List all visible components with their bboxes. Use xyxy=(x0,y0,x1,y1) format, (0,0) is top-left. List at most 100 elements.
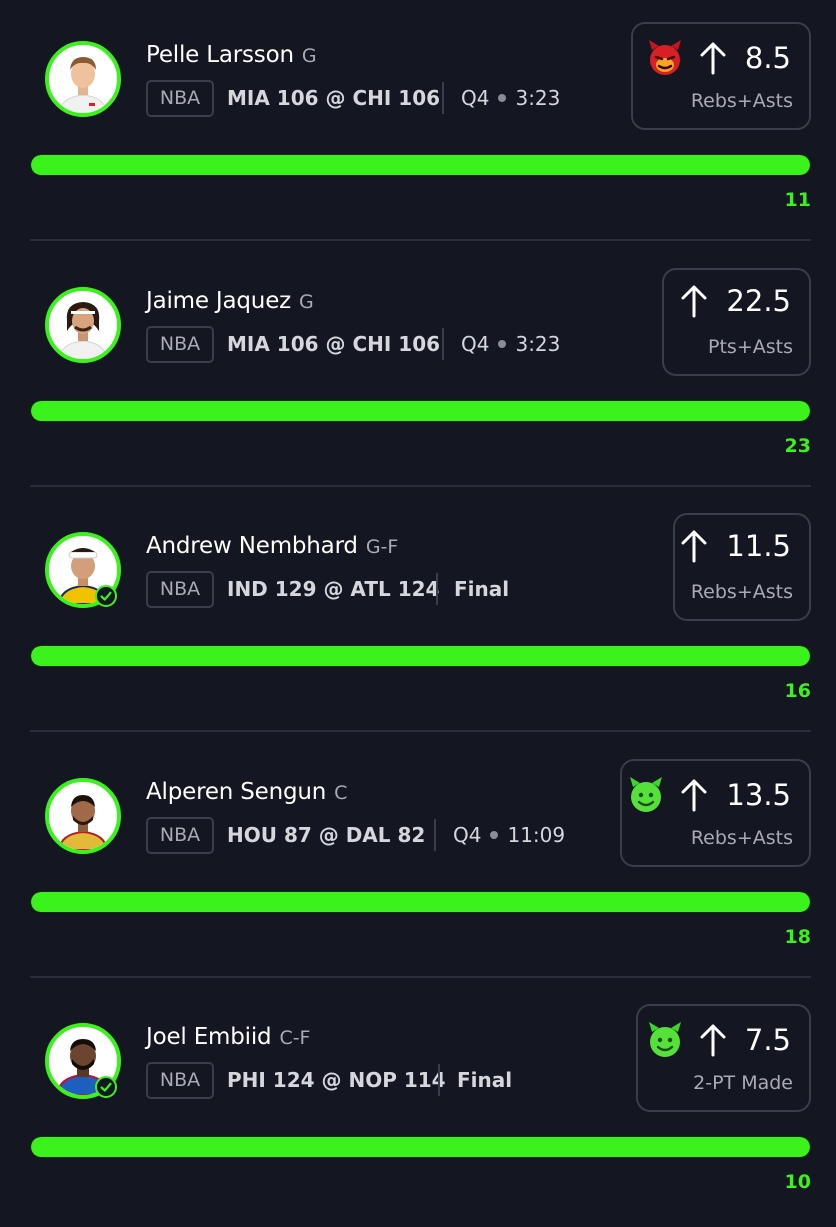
progress-fill xyxy=(31,646,810,666)
line-top: 7.5 xyxy=(645,1020,791,1060)
prop-line-card[interactable]: 13.5 Rebs+Asts xyxy=(620,759,811,867)
stat-type: Rebs+Asts xyxy=(690,827,793,849)
progress-bar xyxy=(30,645,811,667)
game-matchup: MIA 106 @ CHI 106 xyxy=(227,332,441,356)
progress-bar xyxy=(30,154,811,176)
line-value: 7.5 xyxy=(744,1023,791,1057)
league-badge: NBA xyxy=(146,80,214,117)
arrow-up-icon xyxy=(700,42,726,75)
line-value: 8.5 xyxy=(744,41,791,75)
pick-row[interactable]: Joel Embiid C-F NBA PHI 124 @ NOP 114 Fin… xyxy=(0,982,836,1227)
player-name: Pelle Larsson xyxy=(146,42,294,68)
player-position: G xyxy=(299,291,314,313)
player-position: C-F xyxy=(279,1027,311,1049)
game-matchup: MIA 106 @ CHI 106 xyxy=(227,86,441,110)
row-divider xyxy=(30,239,811,241)
line-top: 8.5 xyxy=(645,38,791,78)
result-value: 16 xyxy=(784,680,811,702)
league-badge: NBA xyxy=(146,817,214,854)
player-name-row: Alperen Sengun C xyxy=(146,779,347,805)
game-final: Final xyxy=(454,577,510,601)
row-divider xyxy=(30,485,811,487)
arrow-up-icon xyxy=(681,779,707,812)
player-avatar[interactable] xyxy=(45,778,121,854)
league-badge: NBA xyxy=(146,1062,214,1099)
arrow-up-icon xyxy=(681,530,707,563)
red-devil-emoji xyxy=(648,40,681,75)
player-position: C xyxy=(334,782,348,804)
green-devil-emoji xyxy=(630,777,663,812)
player-name: Andrew Nembhard xyxy=(146,533,358,559)
progress-bar xyxy=(30,400,811,422)
prop-line-card[interactable]: 7.5 2-PT Made xyxy=(636,1004,811,1112)
row-divider xyxy=(30,976,811,978)
player-position: G xyxy=(301,45,317,67)
player-position: G-F xyxy=(365,536,399,558)
game-matchup: PHI 124 @ NOP 114 xyxy=(227,1068,446,1092)
line-value: 11.5 xyxy=(726,529,791,563)
player-name: Alperen Sengun xyxy=(146,779,327,805)
live-dot-icon xyxy=(498,340,507,348)
game-period: Q4 xyxy=(461,86,490,110)
line-top: 11.5 xyxy=(680,529,791,563)
player-name: Jaime Jaquez xyxy=(146,288,292,314)
pick-row[interactable]: Andrew Nembhard G-F NBA IND 129 @ ATL 124… xyxy=(0,491,836,736)
result-value: 11 xyxy=(784,189,811,211)
separator xyxy=(436,573,438,605)
player-avatar[interactable] xyxy=(45,41,121,117)
progress-bar xyxy=(30,891,811,913)
pick-row[interactable]: Jaime Jaquez G NBA MIA 106 @ CHI 106 Q4 3:… xyxy=(0,246,836,491)
line-value: 22.5 xyxy=(726,284,791,318)
row-divider xyxy=(30,730,811,732)
stat-type: Pts+Asts xyxy=(708,336,793,358)
game-period: Q4 xyxy=(461,332,490,356)
stat-type: Rebs+Asts xyxy=(690,90,793,112)
game-period: Q4 xyxy=(453,823,482,847)
player-name-row: Joel Embiid C-F xyxy=(146,1024,311,1050)
result-value: 23 xyxy=(784,435,811,457)
game-status: Q4 3:23 xyxy=(461,332,560,356)
prop-line-card[interactable]: 11.5 Rebs+Asts xyxy=(673,513,811,621)
league-badge: NBA xyxy=(146,571,214,608)
arrow-up-icon xyxy=(681,285,707,318)
line-top: 22.5 xyxy=(680,284,791,318)
league-badge: NBA xyxy=(146,326,214,363)
separator xyxy=(438,1064,440,1096)
prop-line-card[interactable]: 22.5 Pts+Asts xyxy=(662,268,811,376)
game-status: Q4 11:09 xyxy=(453,823,565,847)
pick-row[interactable]: Pelle Larsson G NBA MIA 106 @ CHI 106 Q4 3… xyxy=(0,0,836,245)
game-matchup: IND 129 @ ATL 124 xyxy=(227,577,440,601)
player-name-row: Jaime Jaquez G xyxy=(146,288,314,314)
progress-fill xyxy=(31,155,810,175)
progress-bar xyxy=(30,1136,811,1158)
line-top: 13.5 xyxy=(626,775,791,815)
result-value: 18 xyxy=(784,926,811,948)
player-name-row: Andrew Nembhard G-F xyxy=(146,533,398,559)
game-status: Final xyxy=(454,577,509,601)
player-name: Joel Embiid xyxy=(146,1024,272,1050)
game-clock: 3:23 xyxy=(515,332,561,356)
live-dot-icon xyxy=(498,94,507,102)
pick-row[interactable]: Alperen Sengun C NBA HOU 87 @ DAL 82 Q4 11… xyxy=(0,737,836,982)
separator xyxy=(442,82,444,114)
game-final: Final xyxy=(457,1068,513,1092)
progress-fill xyxy=(31,401,810,421)
progress-fill xyxy=(31,892,810,912)
stat-type: Rebs+Asts xyxy=(690,581,793,603)
game-status: Final xyxy=(457,1068,512,1092)
progress-fill xyxy=(31,1137,810,1157)
game-matchup: HOU 87 @ DAL 82 xyxy=(227,823,426,847)
player-avatar[interactable] xyxy=(45,287,121,363)
completed-check-icon xyxy=(95,1076,117,1098)
completed-check-icon xyxy=(95,585,117,607)
game-clock: 11:09 xyxy=(507,823,566,847)
result-value: 10 xyxy=(784,1171,811,1193)
arrow-up-icon xyxy=(700,1024,726,1057)
player-name-row: Pelle Larsson G xyxy=(146,42,317,68)
prop-line-card[interactable]: 8.5 Rebs+Asts xyxy=(631,22,811,130)
green-devil-emoji xyxy=(648,1022,681,1057)
game-clock: 3:23 xyxy=(515,86,561,110)
live-dot-icon xyxy=(490,831,499,839)
separator xyxy=(434,819,436,851)
separator xyxy=(442,328,444,360)
